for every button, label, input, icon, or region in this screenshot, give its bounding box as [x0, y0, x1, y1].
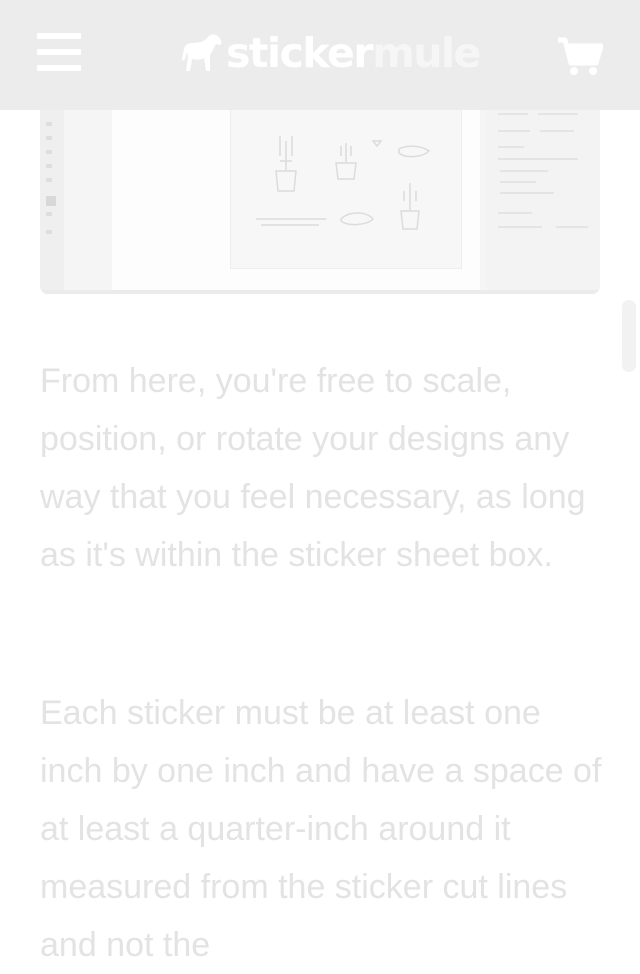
scrollbar-thumb[interactable]: [622, 300, 636, 372]
cactus-stickers-illustration: [256, 136, 431, 230]
horse-icon: [182, 34, 222, 71]
logo-wordmark: stickermule: [226, 29, 481, 77]
sticker-sheet-editor-screenshot: [40, 80, 600, 294]
editor-properties-panel: [486, 80, 600, 294]
sticker-sheet-artboard: [230, 100, 462, 269]
article-paragraph: Each sticker must be at least one inch b…: [40, 694, 602, 964]
sticker-mule-logo[interactable]: stickermule: [180, 28, 481, 78]
hamburger-menu-icon[interactable]: [37, 33, 81, 73]
editor-toolbar: [40, 80, 64, 294]
article-paragraph: From here, you're free to scale, positio…: [40, 362, 586, 574]
shopping-cart-icon[interactable]: [557, 36, 604, 78]
top-navigation-bar: stickermule: [0, 0, 640, 110]
